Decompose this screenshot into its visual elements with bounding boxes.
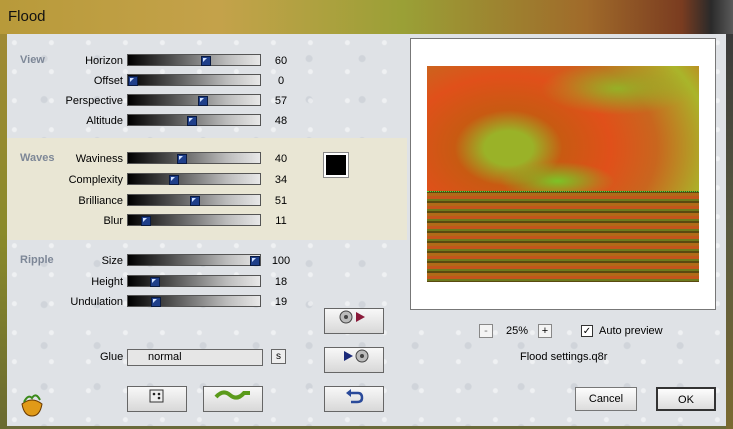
horizon-slider[interactable] [127, 54, 261, 66]
settings-file-name: Flood settings.q8r [520, 351, 608, 363]
slider-value[interactable]: 34 [266, 174, 296, 186]
height-slider[interactable] [127, 275, 261, 287]
blur-slider[interactable] [127, 214, 261, 226]
preview-image[interactable] [427, 66, 699, 282]
auto-preview-checkbox[interactable]: ✓ [581, 325, 593, 337]
slider-label: Brilliance [78, 195, 123, 207]
zoom-in-button[interactable]: + [538, 324, 552, 338]
randomize-button[interactable] [127, 386, 187, 412]
slider-thumb[interactable] [169, 175, 180, 185]
slider-label: Offset [93, 75, 123, 87]
slider-label: Altitude [86, 115, 123, 127]
wave-icon [213, 390, 253, 407]
slider-thumb[interactable] [128, 76, 138, 86]
slider-value[interactable]: 60 [266, 55, 296, 67]
zoom-out-button[interactable]: - [479, 324, 493, 338]
slider-thumb[interactable] [176, 154, 187, 164]
slider-value[interactable]: 11 [266, 215, 296, 227]
horizon-guide-line[interactable] [427, 191, 699, 193]
slider-thumb[interactable] [186, 116, 197, 126]
cancel-button[interactable]: Cancel [575, 387, 637, 411]
slider-thumb[interactable] [141, 216, 152, 226]
slider-thumb[interactable] [201, 56, 212, 66]
slider-value[interactable]: 0 [266, 75, 296, 87]
flood-logo-icon [18, 392, 46, 421]
waviness-slider[interactable] [127, 152, 261, 164]
slider-label: Waviness [75, 153, 123, 165]
slider-label: Horizon [85, 55, 123, 67]
slider-label: Size [101, 255, 123, 267]
perspective-slider[interactable] [127, 94, 261, 106]
slider-label: Undulation [70, 296, 123, 308]
slider-value[interactable]: 40 [266, 153, 296, 165]
title-bar: Flood [0, 0, 733, 34]
slider-thumb[interactable] [190, 196, 201, 206]
window-frame-left [0, 34, 7, 429]
slider-thumb[interactable] [151, 297, 162, 307]
slider-label: Height [91, 276, 123, 288]
undo-icon [344, 389, 364, 409]
load-settings-button[interactable] [324, 308, 384, 334]
glue-label: Glue [100, 351, 124, 363]
slider-value[interactable]: 100 [266, 255, 296, 267]
window-frame-right [726, 34, 733, 429]
dice-icon [147, 389, 167, 409]
ok-button[interactable]: OK [656, 387, 716, 411]
slider-label: Blur [103, 215, 123, 227]
preview-water [427, 191, 699, 282]
slider-thumb[interactable] [149, 277, 160, 287]
window-title: Flood [8, 8, 46, 25]
wave-color-swatch[interactable] [323, 152, 349, 178]
offset-slider[interactable] [127, 74, 261, 86]
slider-label: Complexity [68, 174, 123, 186]
slider-value[interactable]: 19 [266, 296, 296, 308]
brilliance-slider[interactable] [127, 194, 261, 206]
slider-value[interactable]: 18 [266, 276, 296, 288]
altitude-slider[interactable] [127, 114, 261, 126]
glue-options-button[interactable]: s [271, 349, 286, 364]
slider-thumb[interactable] [250, 256, 260, 266]
slider-value[interactable]: 51 [266, 195, 296, 207]
undulation-slider[interactable] [127, 295, 261, 307]
slider-value[interactable]: 48 [266, 115, 296, 127]
slider-thumb[interactable] [197, 96, 208, 106]
preview-sky [427, 66, 699, 192]
load-settings-icon [334, 310, 374, 329]
reset-button[interactable] [324, 386, 384, 412]
save-settings-icon [334, 349, 374, 368]
wave-preset-button[interactable] [203, 386, 263, 412]
glue-mode-select[interactable]: normal [127, 349, 263, 366]
zoom-level: 25% [505, 325, 529, 337]
complexity-slider[interactable] [127, 173, 261, 185]
save-settings-button[interactable] [324, 347, 384, 373]
slider-value[interactable]: 57 [266, 95, 296, 107]
slider-label: Perspective [65, 95, 123, 107]
auto-preview-label[interactable]: Auto preview [599, 325, 663, 337]
size-slider[interactable] [127, 254, 261, 266]
